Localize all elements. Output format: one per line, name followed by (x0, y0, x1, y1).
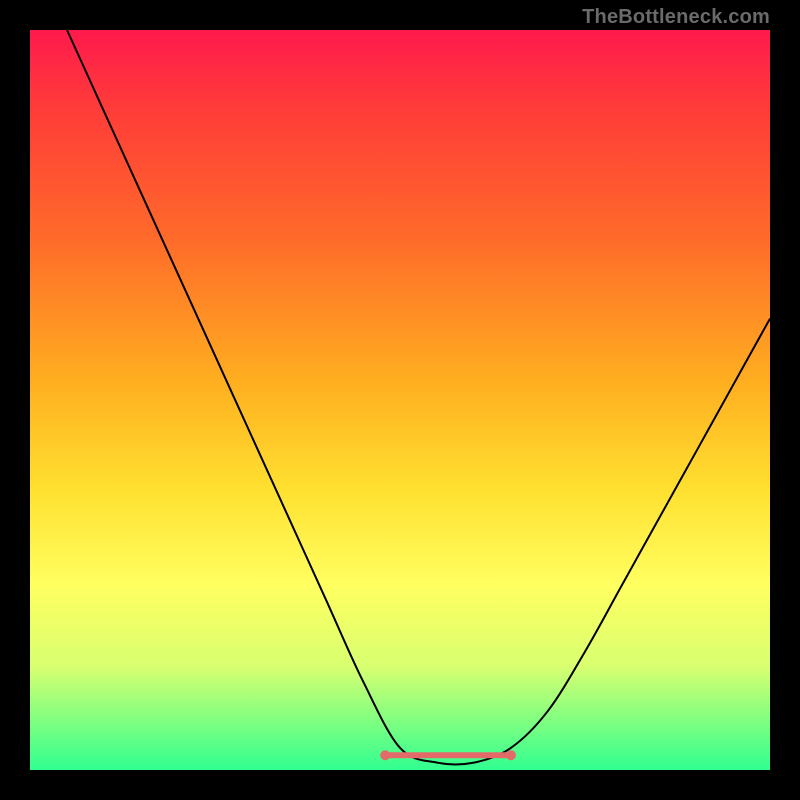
watermark-text: TheBottleneck.com (582, 6, 770, 29)
outer-frame: TheBottleneck.com (0, 0, 800, 800)
optimal-zone-left-dot (380, 750, 390, 760)
chart-svg (30, 30, 770, 770)
bottleneck-curve (67, 30, 770, 764)
optimal-zone-right-dot (506, 750, 516, 760)
